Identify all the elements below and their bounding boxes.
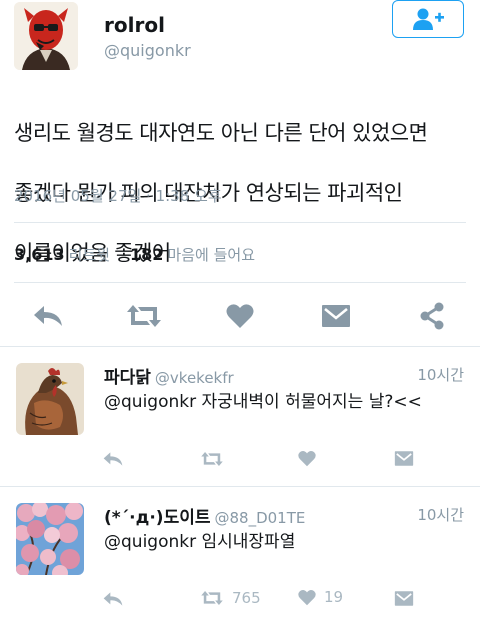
reply-avatar-image [16, 363, 84, 435]
reply-reply-button[interactable] [102, 591, 124, 607]
reply-avatar[interactable] [16, 363, 84, 435]
avatar-image [14, 2, 78, 70]
like-icon [226, 304, 254, 328]
reply-like-button[interactable]: 19 [298, 588, 343, 606]
like-button[interactable] [222, 298, 258, 334]
reply-icon [34, 306, 62, 326]
reply-reply-button[interactable] [102, 451, 124, 467]
like-icon [298, 589, 316, 605]
message-icon [394, 451, 414, 466]
tweet-timestamp[interactable]: 2016년 05월 27일 · 1:38 오후 [14, 185, 222, 206]
reply-handle[interactable]: @88_D01TE [215, 509, 306, 527]
avatar[interactable] [14, 2, 78, 70]
follow-icon [413, 8, 444, 30]
retweet-count[interactable]: 3,613 [14, 245, 65, 264]
reply-retweet-count: 765 [232, 589, 261, 607]
user-handle[interactable]: @quigonkr [104, 41, 191, 60]
reply-handle[interactable]: @vkekekfr [155, 369, 234, 387]
divider [14, 222, 466, 223]
share-button[interactable] [414, 298, 450, 334]
reply-icon [103, 452, 123, 466]
tweet-text-line: 생리도 월경도 대자연도 아닌 다른 단어 있었으면 [14, 121, 428, 145]
reply-display-name[interactable]: (*´·д·)도이트 [104, 508, 211, 528]
direct-message-button[interactable] [318, 298, 354, 334]
like-count[interactable]: 182 [130, 245, 163, 264]
reply-retweet-button[interactable]: 765 [200, 589, 261, 607]
reply-avatar-image [16, 503, 84, 575]
reply-timestamp[interactable]: 10시간 [417, 364, 464, 385]
reply-message-button[interactable] [394, 450, 414, 467]
reply-like-button[interactable] [298, 450, 316, 467]
reply-message-button[interactable] [394, 590, 414, 607]
reply-retweet-button[interactable] [200, 451, 224, 467]
reply-like-count: 19 [324, 588, 344, 606]
retweet-icon [201, 452, 223, 466]
reply-tweet[interactable]: 파다닭 @vkekekfr 10시간 @quigonkr 자궁내벽이 허물어지는 … [0, 347, 480, 487]
retweet-label[interactable]: 리트윗 [69, 246, 110, 264]
reply-tweet[interactable]: (*´·д·)도이트 @88_D01TE 10시간 @quigonkr 임시내장파… [0, 487, 480, 622]
reply-text: @quigonkr 자궁내벽이 허물어지는 날?<< [104, 392, 422, 412]
reply-user-name[interactable]: (*´·д·)도이트 @88_D01TE [104, 503, 305, 528]
share-icon [420, 302, 444, 330]
divider [14, 282, 466, 283]
follow-button[interactable] [392, 0, 464, 38]
reply-text: @quigonkr 임시내장파열 [104, 532, 296, 552]
display-name[interactable]: rolrol [104, 13, 165, 37]
message-icon [394, 591, 414, 606]
like-icon [298, 451, 316, 467]
reply-icon [103, 592, 123, 606]
like-label[interactable]: 마음에 들어요 [167, 246, 255, 264]
reply-button[interactable] [30, 298, 66, 334]
reply-avatar[interactable] [16, 503, 84, 575]
tweet-stats: 3,613 리트윗 182 마음에 들어요 [14, 244, 255, 265]
message-icon [322, 305, 350, 327]
reply-display-name[interactable]: 파다닭 [104, 368, 151, 388]
retweet-icon [127, 305, 161, 327]
retweet-icon [201, 591, 223, 605]
main-tweet: rolrol @quigonkr 생리도 월경도 대자연도 아닌 다른 단어 있… [0, 0, 480, 346]
reply-user-name[interactable]: 파다닭 @vkekekfr [104, 363, 234, 388]
retweet-button[interactable] [124, 298, 164, 334]
reply-timestamp[interactable]: 10시간 [417, 504, 464, 525]
